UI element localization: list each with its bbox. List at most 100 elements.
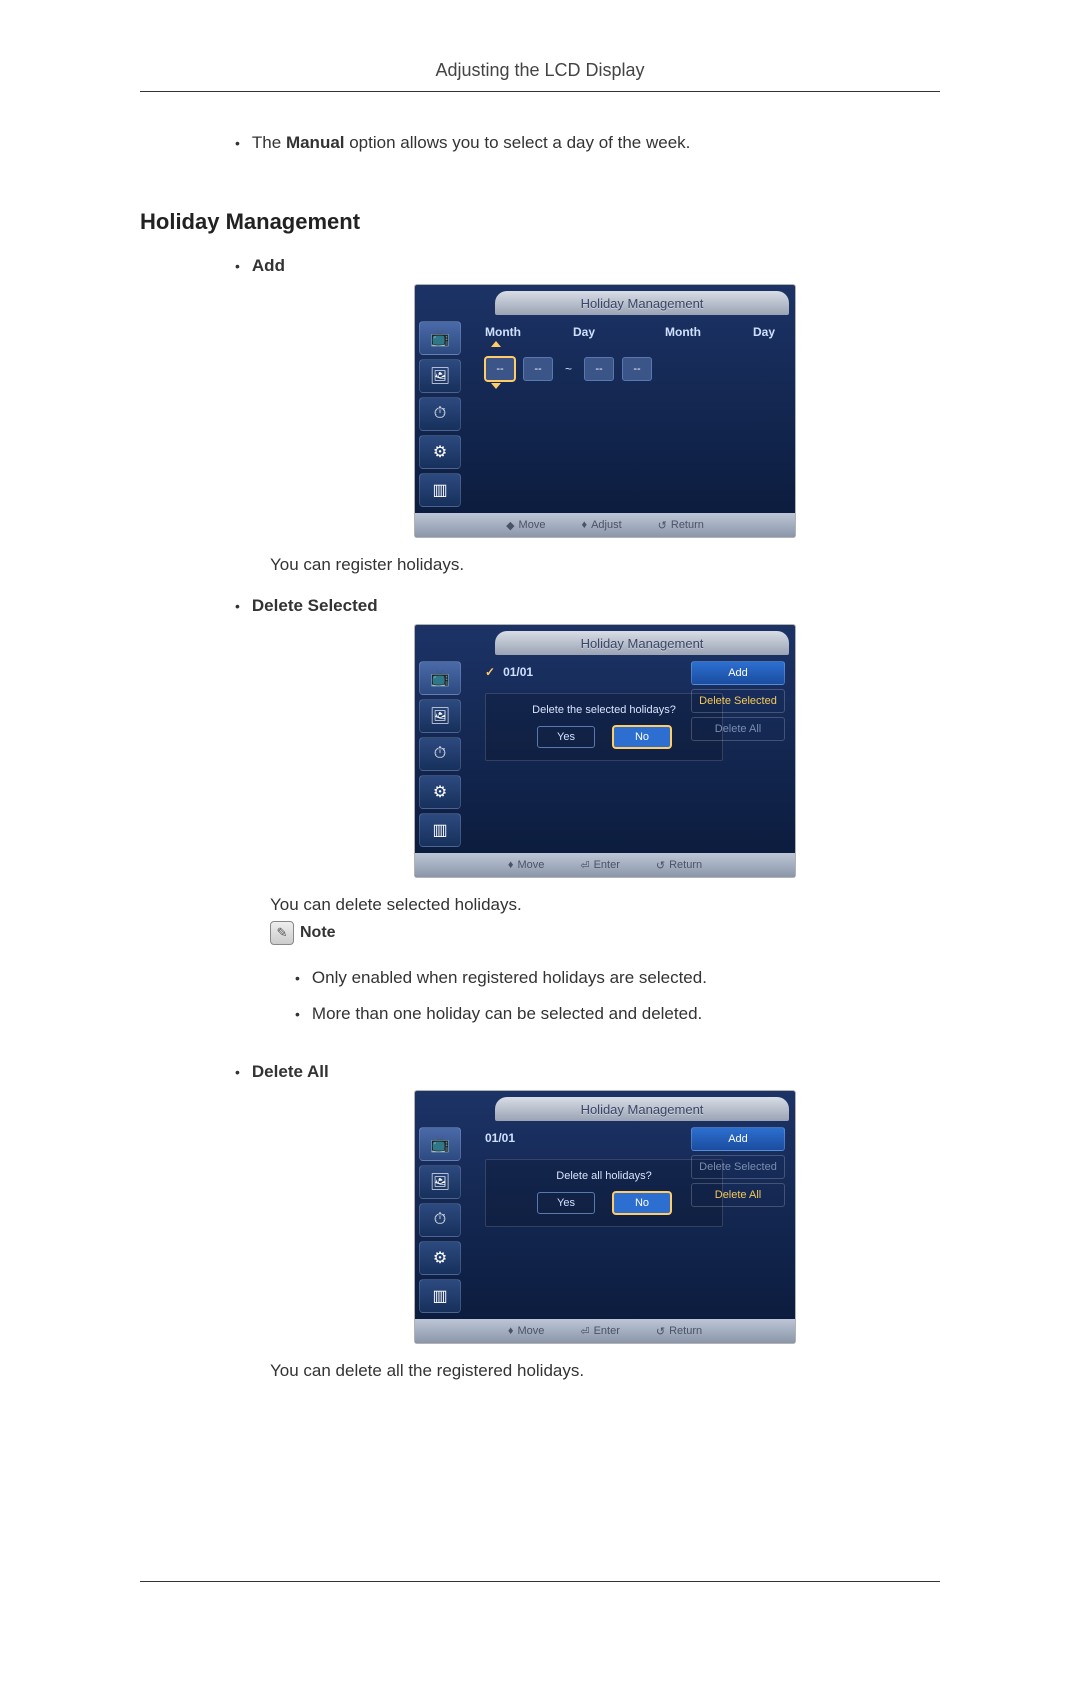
sidebar-icon-input[interactable]: 📺 bbox=[419, 1127, 461, 1161]
enter-icon: ⏎ bbox=[580, 859, 589, 872]
dialog-yes-button[interactable]: Yes bbox=[537, 726, 595, 748]
sidebar-icon-picture[interactable]: 🖼 bbox=[419, 1165, 461, 1199]
intro-bullet: • The Manual option allows you to select… bbox=[235, 132, 940, 154]
delete-all-button[interactable]: Delete All bbox=[691, 717, 785, 741]
delete-selected-button[interactable]: Delete Selected bbox=[691, 689, 785, 713]
month-label-2: Month bbox=[665, 325, 701, 339]
osd-add: Holiday Management 📺 🖼 ⏱ ⚙ ▥ Month Day M… bbox=[415, 285, 795, 537]
sidebar-icon-setup[interactable]: ⚙ bbox=[419, 1241, 461, 1275]
enter-icon: ⏎ bbox=[580, 1325, 589, 1338]
osd-footer: ♦Move ⏎ Enter ↺ Return bbox=[415, 1319, 795, 1343]
osd-footer: ◆ Move ♦ Adjust ↺ Return bbox=[415, 513, 795, 537]
month-label: Month bbox=[485, 325, 521, 339]
arrow-down-icon bbox=[491, 383, 501, 389]
delete-all-label: Delete All bbox=[252, 1061, 329, 1083]
note-item: • Only enabled when registered holidays … bbox=[295, 967, 940, 989]
intro-prefix: The bbox=[252, 133, 286, 152]
sidebar-icon-setup[interactable]: ⚙ bbox=[419, 435, 461, 469]
check-icon: ✓ bbox=[485, 665, 495, 679]
footer-rule bbox=[140, 1581, 940, 1582]
add-button[interactable]: Add bbox=[691, 661, 785, 685]
dialog-question: Delete all holidays? bbox=[494, 1170, 714, 1182]
osd-sidebar: 📺 🖼 ⏱ ⚙ ▥ bbox=[415, 1121, 471, 1319]
note-item: • More than one holiday can be selected … bbox=[295, 1003, 940, 1025]
osd-delete-all: Holiday Management 📺 🖼 ⏱ ⚙ ▥ 01/01 Add D… bbox=[415, 1091, 795, 1343]
sidebar-icon-picture[interactable]: 🖼 bbox=[419, 359, 461, 393]
osd-main: Month Day Month Day -- -- ~ -- bbox=[471, 315, 795, 513]
range-separator: ~ bbox=[561, 362, 576, 376]
osd-delete-selected: Holiday Management 📺 🖼 ⏱ ⚙ ▥ ✓ 01/01 Add… bbox=[415, 625, 795, 877]
delete-all-bullet: • Delete All bbox=[235, 1061, 940, 1083]
return-icon: ↺ bbox=[658, 519, 667, 532]
intro-suffix: option allows you to select a day of the… bbox=[345, 133, 691, 152]
intro-text: The Manual option allows you to select a… bbox=[252, 132, 690, 154]
bullet-icon: • bbox=[295, 967, 300, 989]
action-buttons: Add Delete Selected Delete All bbox=[691, 1127, 785, 1207]
osd-sidebar: 📺 🖼 ⏱ ⚙ ▥ bbox=[415, 315, 471, 513]
bullet-icon: • bbox=[235, 595, 240, 617]
note-text-2: More than one holiday can be selected an… bbox=[312, 1003, 702, 1025]
confirm-dialog: Delete all holidays? Yes No bbox=[485, 1159, 723, 1227]
hint-return: Return bbox=[669, 859, 702, 871]
add-desc: You can register holidays. bbox=[270, 555, 940, 575]
dialog-yes-button[interactable]: Yes bbox=[537, 1192, 595, 1214]
add-bullet: • Add bbox=[235, 255, 940, 277]
delete-all-button[interactable]: Delete All bbox=[691, 1183, 785, 1207]
osd-title: Holiday Management bbox=[495, 1097, 789, 1121]
intro-bold: Manual bbox=[286, 133, 345, 152]
move-icon: ◆ bbox=[506, 519, 514, 532]
hint-move: Move bbox=[517, 859, 544, 871]
delete-all-desc: You can delete all the registered holida… bbox=[270, 1361, 940, 1381]
document-page: Adjusting the LCD Display • The Manual o… bbox=[0, 0, 1080, 1682]
dialog-question: Delete the selected holidays? bbox=[494, 704, 714, 716]
adjust-icon: ♦ bbox=[581, 519, 587, 531]
osd-sidebar: 📺 🖼 ⏱ ⚙ ▥ bbox=[415, 655, 471, 853]
bullet-icon: • bbox=[235, 255, 240, 277]
sidebar-icon-time[interactable]: ⏱ bbox=[419, 1203, 461, 1237]
action-buttons: Add Delete Selected Delete All bbox=[691, 661, 785, 741]
section-heading: Holiday Management bbox=[140, 209, 940, 235]
sidebar-icon-multi[interactable]: ▥ bbox=[419, 813, 461, 847]
osd-title: Holiday Management bbox=[495, 631, 789, 655]
dialog-no-button[interactable]: No bbox=[613, 1192, 671, 1214]
hint-enter: Enter bbox=[594, 859, 620, 871]
confirm-dialog: Delete the selected holidays? Yes No bbox=[485, 693, 723, 761]
dialog-no-button[interactable]: No bbox=[613, 726, 671, 748]
osd-main: 01/01 Add Delete Selected Delete All Del… bbox=[471, 1121, 795, 1319]
month1-spinner[interactable]: -- bbox=[485, 357, 515, 381]
bullet-icon: • bbox=[235, 132, 240, 154]
note-row: ✎ Note bbox=[270, 921, 940, 945]
add-button[interactable]: Add bbox=[691, 1127, 785, 1151]
note-label: Note bbox=[300, 924, 336, 942]
holiday-date: 01/01 bbox=[485, 1131, 515, 1145]
bullet-icon: • bbox=[295, 1003, 300, 1025]
sidebar-icon-multi[interactable]: ▥ bbox=[419, 1279, 461, 1313]
hint-move: Move bbox=[519, 519, 546, 531]
note-text-1: Only enabled when registered holidays ar… bbox=[312, 967, 707, 989]
month2-spinner[interactable]: -- bbox=[584, 357, 614, 381]
hint-return: Return bbox=[669, 1325, 702, 1337]
sidebar-icon-input[interactable]: 📺 bbox=[419, 661, 461, 695]
sidebar-icon-input[interactable]: 📺 bbox=[419, 321, 461, 355]
delete-selected-desc: You can delete selected holidays. bbox=[270, 895, 940, 915]
day1-spinner[interactable]: -- bbox=[523, 357, 553, 381]
hint-enter: Enter bbox=[594, 1325, 620, 1337]
day2-spinner[interactable]: -- bbox=[622, 357, 652, 381]
hint-return: Return bbox=[671, 519, 704, 531]
day-label: Day bbox=[573, 325, 595, 339]
hint-move: Move bbox=[517, 1325, 544, 1337]
return-icon: ↺ bbox=[656, 1325, 665, 1338]
day-label-2: Day bbox=[753, 325, 775, 339]
sidebar-icon-time[interactable]: ⏱ bbox=[419, 397, 461, 431]
sidebar-icon-picture[interactable]: 🖼 bbox=[419, 699, 461, 733]
note-icon: ✎ bbox=[270, 921, 294, 945]
sidebar-icon-multi[interactable]: ▥ bbox=[419, 473, 461, 507]
sidebar-icon-setup[interactable]: ⚙ bbox=[419, 775, 461, 809]
osd-main: ✓ 01/01 Add Delete Selected Delete All D… bbox=[471, 655, 795, 853]
delete-selected-label: Delete Selected bbox=[252, 595, 378, 617]
delete-selected-button[interactable]: Delete Selected bbox=[691, 1155, 785, 1179]
hint-adjust: Adjust bbox=[591, 519, 622, 531]
sidebar-icon-time[interactable]: ⏱ bbox=[419, 737, 461, 771]
move-icon: ♦ bbox=[508, 1325, 514, 1337]
osd-title: Holiday Management bbox=[495, 291, 789, 315]
